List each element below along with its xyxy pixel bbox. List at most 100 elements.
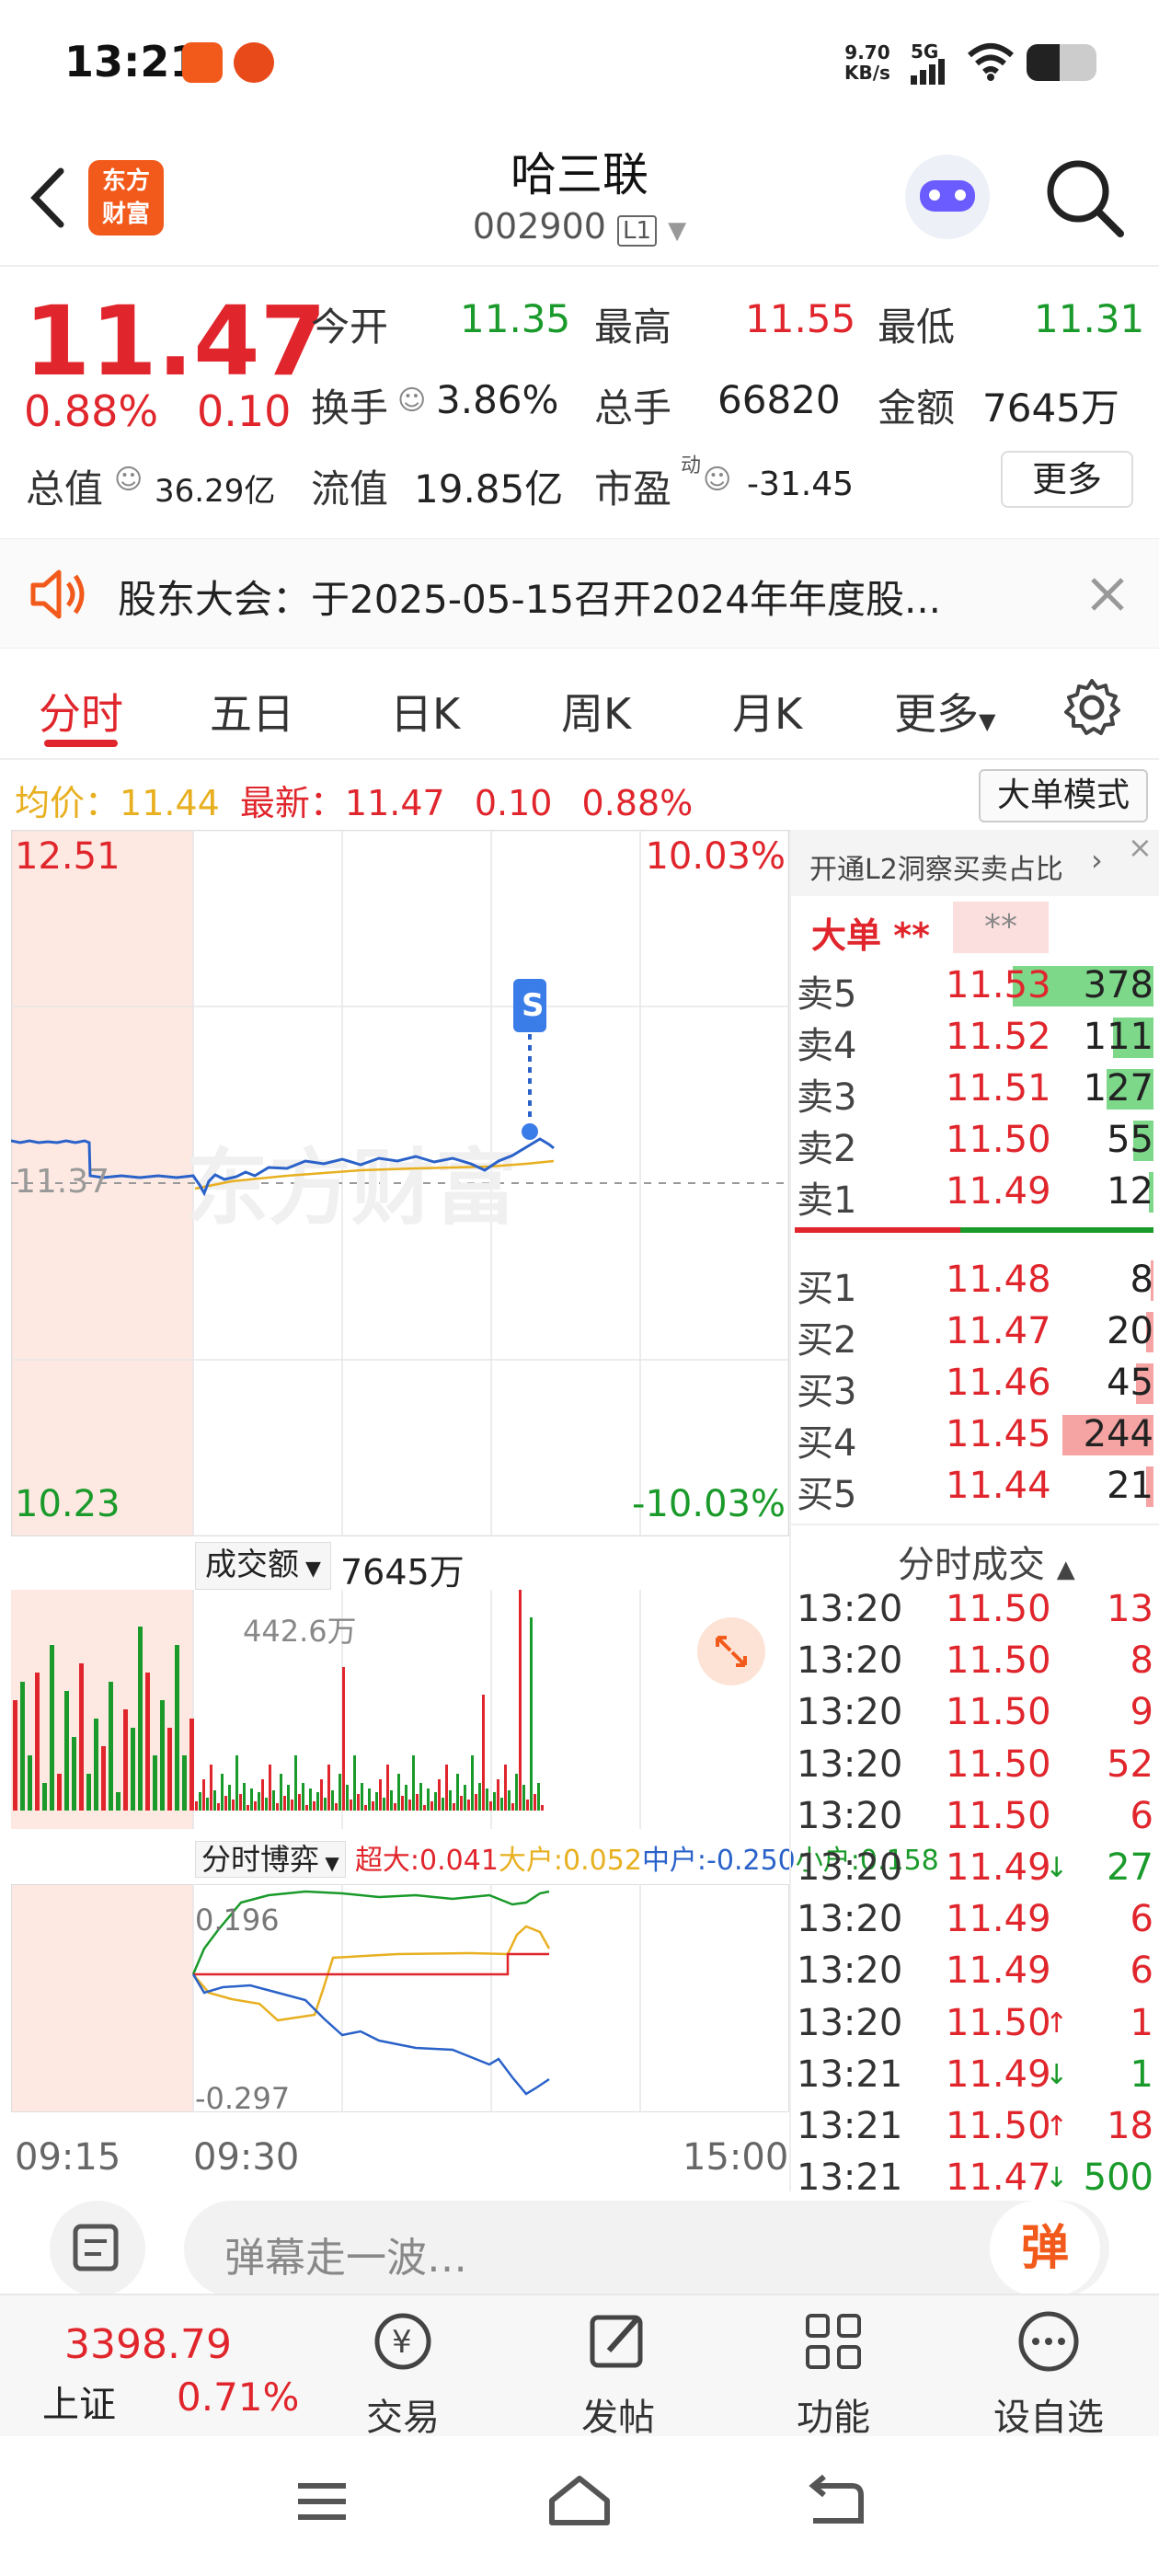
level-price: 11.48	[946, 1259, 1051, 1301]
tab-more[interactable]: 更多▼	[894, 681, 995, 742]
info-icon[interactable]: ☺	[397, 385, 426, 417]
volume-bar	[423, 1805, 426, 1811]
home-icon[interactable]	[546, 2473, 613, 2528]
expand-icon[interactable]	[697, 1617, 765, 1685]
volume-bar	[335, 1803, 338, 1811]
volume-bar	[13, 1700, 17, 1811]
arrow-down-icon: ↓	[1045, 1852, 1069, 1884]
bid-level-row[interactable]: 买1 11.48 8	[791, 1255, 1159, 1310]
time-axis-end: 15:00	[683, 2136, 789, 2179]
index-ticker[interactable]: 3398.79 上证 0.71%	[18, 2321, 313, 2432]
trade-time: 13:21	[797, 2053, 903, 2096]
latest-change: 0.10	[474, 783, 553, 823]
big-order-mask: **	[953, 902, 1049, 953]
volume-bar	[86, 1774, 91, 1811]
danmu-list-icon[interactable]	[50, 2201, 145, 2296]
level-price: 11.47	[946, 1310, 1051, 1352]
close-icon[interactable]	[1089, 576, 1126, 613]
trade-volume: 13	[1107, 1588, 1153, 1630]
notice-bar[interactable]: 股东大会：于2025-05-15召开2024年年度股...	[0, 538, 1159, 649]
capital-game-selector[interactable]: 分时博弈 ▼	[195, 1841, 346, 1878]
close-icon[interactable]: ×	[1128, 830, 1153, 865]
back-nav-icon[interactable]	[806, 2473, 866, 2528]
trade-row: 13:20 11.49 6	[791, 1946, 1159, 1997]
chevron-down-icon: ▼	[299, 1558, 321, 1581]
intraday-price-chart[interactable]: 东方财富 S 12.51 11.37 10.23 10.03% -10.03%	[11, 830, 789, 1536]
nav-functions[interactable]: 功能	[760, 2305, 907, 2441]
ask-level-row[interactable]: 卖1 11.49 12	[791, 1167, 1159, 1222]
back-icon[interactable]	[24, 166, 70, 230]
eastmoney-logo[interactable]: 东方 财富	[88, 160, 164, 236]
tab-intraday[interactable]: 分时	[39, 681, 123, 742]
turnover-value: 3.86%	[436, 377, 559, 422]
volume-chart[interactable]: 成交额 ▼ 7645万 442.6万	[11, 1538, 789, 1829]
volume-bar	[449, 1790, 452, 1811]
ask-level-row[interactable]: 卖3 11.51 127	[791, 1064, 1159, 1119]
latest-pct: 0.88%	[581, 783, 694, 823]
tab-five-day[interactable]: 五日	[210, 681, 294, 742]
info-icon[interactable]: ☺	[703, 464, 731, 496]
volume-bar	[123, 1709, 128, 1811]
medium-flow-line	[191, 1973, 550, 2096]
bid-level-row[interactable]: 买3 11.46 45	[791, 1358, 1159, 1413]
nav-post[interactable]: 发帖	[545, 2305, 692, 2441]
level-volume: 55	[1107, 1119, 1153, 1161]
ask-level-row[interactable]: 卖5 11.53 378	[791, 960, 1159, 1016]
volume-bar	[302, 1783, 304, 1811]
volume-value: 66820	[717, 377, 841, 422]
volume-selector[interactable]: 成交额 ▼	[195, 1542, 331, 1590]
search-icon[interactable]	[1043, 156, 1126, 239]
trade-time: 13:20	[797, 1898, 903, 1941]
bid-level-row[interactable]: 买2 11.47 20	[791, 1306, 1159, 1362]
volume-bar	[327, 1765, 330, 1811]
bid-levels: 买1 11.48 8 买2 11.47 20 买3 11.46 45 买4 11.45 244 买5 11…	[791, 1255, 1159, 1522]
tab-weekly-k[interactable]: 周K	[561, 681, 631, 742]
capital-game-chart[interactable]: 分时博弈 ▼ 超大:0.041大户:0.052中户:-0.250小户:0.158…	[11, 1833, 939, 2116]
svg-text:¥: ¥	[392, 2324, 412, 2361]
more-button[interactable]: 更多	[1001, 451, 1133, 508]
trade-volume: 6	[1130, 1794, 1153, 1837]
volume-bar	[280, 1774, 282, 1811]
bid-level-row[interactable]: 买4 11.45 244	[791, 1409, 1159, 1465]
stock-name: 哈三联	[511, 148, 648, 201]
volume-bar	[394, 1803, 396, 1811]
volume-bar	[475, 1794, 477, 1811]
volume-bar	[372, 1801, 374, 1811]
trade-row: 13:20 11.50 9	[791, 1687, 1159, 1739]
volume-bar	[210, 1765, 212, 1811]
ask-ratio-bar	[795, 1227, 960, 1233]
speaker-icon	[30, 569, 85, 619]
high-value: 11.55	[745, 296, 856, 341]
volume-bar	[94, 1719, 98, 1811]
l2-banner[interactable]: 开通L2洞察买卖占比 › ×	[791, 830, 1159, 896]
ask-level-row[interactable]: 卖4 11.52 111	[791, 1012, 1159, 1067]
tab-daily-k[interactable]: 日K	[390, 681, 460, 742]
trades-title[interactable]: 分时成交 ▲	[898, 1535, 1075, 1588]
ask-level-row[interactable]: 卖2 11.50 55	[791, 1115, 1159, 1170]
menu-icon[interactable]	[294, 2478, 350, 2524]
price-axis-mid: 11.37	[15, 1163, 110, 1201]
volume-bar	[383, 1798, 385, 1811]
tab-monthly-k[interactable]: 月K	[732, 681, 802, 742]
float-value: 19.85亿	[414, 466, 564, 512]
settings-gear-icon[interactable]	[1061, 677, 1122, 738]
danmu-toggle-button[interactable]: 弹	[990, 2201, 1100, 2296]
assistant-avatar[interactable]	[905, 155, 990, 239]
notification-app-icon-2	[234, 42, 274, 83]
volume-bar	[287, 1785, 290, 1811]
latest-label: 最新：	[239, 783, 345, 823]
nav-trade[interactable]: ¥ 交易	[329, 2305, 476, 2441]
trade-price: 11.50	[946, 1588, 1051, 1630]
stock-code-row[interactable]: 002900 L1 ▼	[396, 206, 763, 247]
volume-bar	[199, 1792, 201, 1811]
info-icon[interactable]: ☺	[114, 464, 143, 496]
volume-bar	[79, 1663, 84, 1811]
volume-total: 7645万	[340, 1552, 465, 1593]
chevron-down-icon: ▼	[979, 708, 996, 734]
volume-bar	[131, 1728, 135, 1811]
arrow-down-icon: ↓	[1045, 2058, 1069, 2091]
bid-level-row[interactable]: 买5 11.44 21	[791, 1461, 1159, 1516]
big-order-mode-button[interactable]: 大单模式	[979, 769, 1148, 822]
danmu-input[interactable]: 弹幕走一波… 弹	[184, 2201, 1109, 2296]
nav-add-watchlist[interactable]: 设自选	[975, 2305, 1122, 2441]
